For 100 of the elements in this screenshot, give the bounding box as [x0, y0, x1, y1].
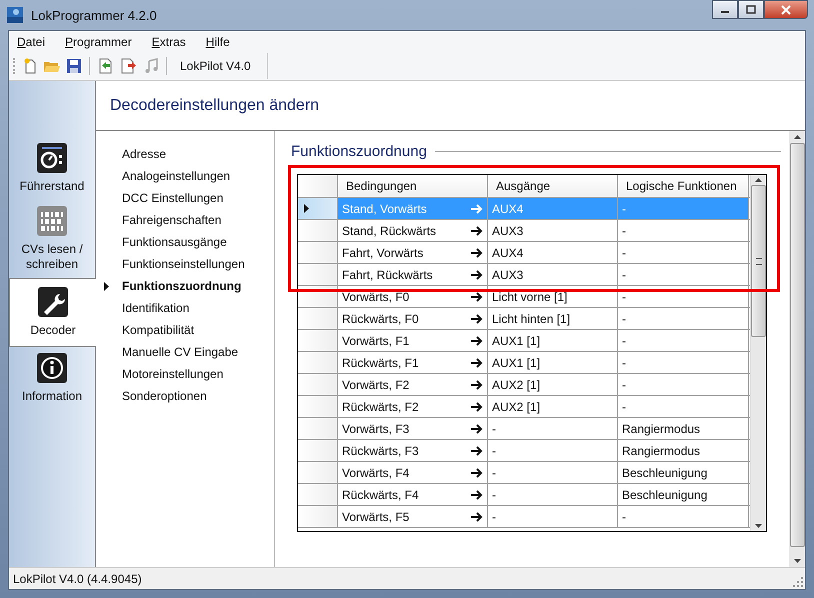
scroll-down-icon[interactable] [794, 559, 800, 563]
wrench-icon [38, 287, 68, 317]
table-cell: - [492, 510, 496, 524]
row-header[interactable] [298, 198, 338, 219]
export-icon[interactable] [120, 58, 138, 74]
right-arrow-icon [471, 314, 483, 324]
scroll-up-icon[interactable] [794, 135, 800, 139]
settings-item[interactable]: Fahreigenschaften [122, 209, 274, 231]
table-cell: Vorwärts, F0 [342, 290, 410, 304]
table-cell: AUX4 [492, 202, 524, 216]
right-arrow-icon [471, 358, 483, 368]
scroll-up-icon[interactable] [755, 178, 762, 182]
minimize-button[interactable] [712, 0, 738, 19]
table-cell: AUX3 [492, 224, 524, 238]
device-label: LokPilot V4.0 [179, 59, 252, 73]
table-cell: AUX2 [1] [492, 400, 540, 414]
settings-item[interactable]: Sonderoptionen [122, 385, 274, 407]
table-cell: - [492, 466, 496, 480]
right-arrow-icon [471, 226, 483, 236]
nav-item[interactable]: Führerstand [9, 137, 95, 200]
table-cell: Stand, Vorwärts [342, 202, 427, 216]
right-arrow-icon [471, 446, 483, 456]
table-cell: AUX3 [492, 268, 524, 282]
table-cell: - [622, 378, 626, 392]
table-cell: - [622, 356, 626, 370]
table-cell: Vorwärts, F5 [342, 510, 410, 524]
right-arrow-icon [471, 468, 483, 478]
table-cell: Rückwärts, F2 [342, 400, 419, 414]
settings-item[interactable]: Funktionsausgänge [122, 231, 274, 253]
row-pointer-icon [304, 204, 309, 213]
table-cell: - [622, 268, 626, 282]
table-cell: - [492, 488, 496, 502]
right-arrow-icon [471, 512, 483, 522]
settings-item[interactable]: Funktionszuordnung [122, 275, 274, 297]
settings-item[interactable]: Adresse [122, 143, 274, 165]
table-cell: - [622, 290, 626, 304]
settings-item[interactable]: DCC Einstellungen [122, 187, 274, 209]
new-file-icon[interactable] [22, 58, 38, 74]
table-cell: AUX2 [1] [492, 378, 540, 392]
right-arrow-icon [471, 204, 483, 214]
settings-item[interactable]: Motoreinstellungen [122, 363, 274, 385]
maximize-icon [746, 5, 756, 14]
nav-item[interactable]: Decoder [9, 278, 96, 347]
close-button[interactable] [764, 0, 808, 19]
maximize-button[interactable] [738, 0, 764, 19]
table-cell: - [622, 224, 626, 238]
table-cell: Beschleunigung [622, 488, 708, 502]
table-cell: - [622, 400, 626, 414]
right-arrow-icon [471, 336, 483, 346]
menu-item[interactable]: Extras [152, 34, 186, 48]
info-icon [37, 353, 67, 383]
right-arrow-icon [471, 490, 483, 500]
binary-digits-icon [37, 206, 67, 236]
table-cell: Vorwärts, F2 [342, 378, 410, 392]
table-cell: Rangiermodus [622, 444, 700, 458]
music-note-icon [143, 58, 159, 74]
table-cell: Fahrt, Vorwärts [342, 246, 424, 260]
column-header[interactable]: Logische Funktionen [618, 175, 749, 197]
right-arrow-icon [471, 380, 483, 390]
app-logo-icon [7, 7, 23, 23]
table-cell: AUX1 [1] [492, 334, 540, 348]
column-header[interactable]: Bedingungen [338, 175, 488, 197]
settings-item[interactable]: Analogeinstellungen [122, 165, 274, 187]
scroll-down-icon[interactable] [755, 524, 762, 528]
settings-item[interactable]: Funktionseinstellungen [122, 253, 274, 275]
table-cell: - [622, 510, 626, 524]
settings-item[interactable]: Kompatibilität [122, 319, 274, 341]
column-header[interactable]: Ausgänge [488, 175, 618, 197]
table-cell: Rückwärts, F1 [342, 356, 419, 370]
table-cell: - [492, 444, 496, 458]
menu-item[interactable]: Hilfe [206, 34, 230, 48]
resize-grip-icon[interactable] [793, 577, 803, 587]
right-arrow-icon [471, 292, 483, 302]
right-arrow-icon [471, 402, 483, 412]
scroll-thumb[interactable] [751, 185, 766, 337]
table-cell: AUX4 [492, 246, 524, 260]
table-cell: Rangiermodus [622, 422, 700, 436]
right-arrow-icon [471, 270, 483, 280]
nav-item[interactable]: CVs lesen / schreiben [9, 200, 95, 278]
save-icon[interactable] [66, 58, 82, 74]
settings-item[interactable]: Manuelle CV Eingabe [122, 341, 274, 363]
menu-item[interactable]: Datei [17, 34, 46, 48]
table-scrollbar[interactable] [750, 175, 766, 531]
table-cell: Rückwärts, F4 [342, 488, 419, 502]
table-cell: - [622, 334, 626, 348]
table-cell: Beschleunigung [622, 466, 708, 480]
settings-item[interactable]: Identifikation [122, 297, 274, 319]
table-cell: Fahrt, Rückwärts [342, 268, 433, 282]
nav-item[interactable]: Information [9, 347, 95, 410]
right-arrow-icon [471, 424, 483, 434]
menu-item[interactable]: Programmer [65, 34, 132, 48]
table-cell: - [622, 246, 626, 260]
table-cell: Stand, Rückwärts [342, 224, 436, 238]
table-cell: AUX1 [1] [492, 356, 540, 370]
table-cell: Vorwärts, F3 [342, 422, 410, 436]
table-cell: - [622, 202, 626, 216]
table-cell: - [492, 422, 496, 436]
right-arrow-icon [471, 248, 483, 258]
table-cell: Licht hinten [1] [492, 312, 570, 326]
table-cell: Rückwärts, F0 [342, 312, 419, 326]
